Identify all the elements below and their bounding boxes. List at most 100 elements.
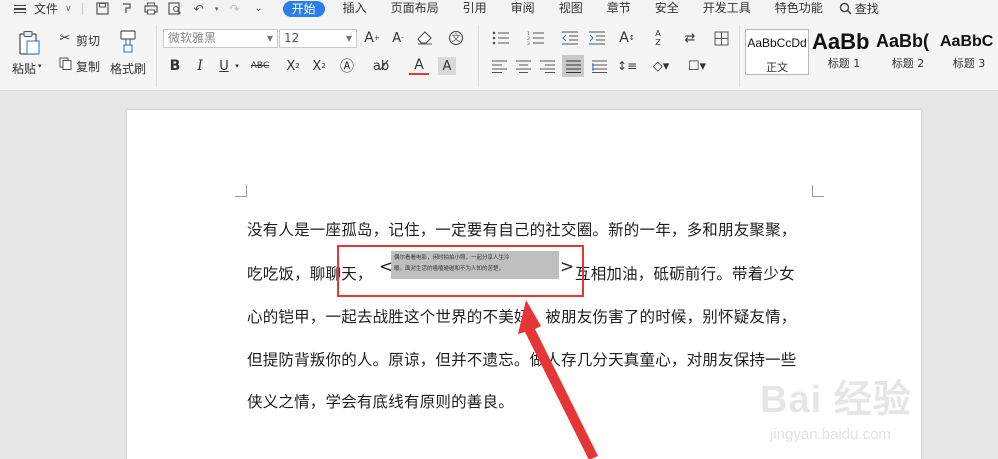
chevron-down-icon: ▼ bbox=[266, 34, 273, 43]
shrink-font-icon[interactable]: A- bbox=[389, 29, 407, 47]
borders-icon[interactable]: ☐▾ bbox=[683, 57, 711, 75]
align-left-icon[interactable] bbox=[489, 57, 509, 75]
font-size-select[interactable]: 12 ▼ bbox=[279, 29, 357, 48]
increase-indent-icon[interactable] bbox=[587, 30, 607, 46]
font-name-select[interactable]: 微软雅黑 ▼ bbox=[163, 29, 278, 48]
tab-references[interactable]: 引用 bbox=[451, 0, 499, 17]
customize-toolbar-icon[interactable]: ⌄ bbox=[249, 1, 269, 17]
style-heading-2-sample: AaBb( bbox=[876, 31, 929, 51]
style-heading-1-label: 标题 1 bbox=[827, 57, 861, 70]
chevron-down-icon[interactable]: ∨ bbox=[65, 4, 72, 14]
line-spacing-icon[interactable]: ↕≡ bbox=[613, 57, 641, 75]
red-highlight-box bbox=[337, 245, 584, 297]
show-hide-marks-icon[interactable]: ⇄ bbox=[679, 29, 701, 47]
undo-dropdown-icon[interactable]: ▾ bbox=[213, 1, 221, 17]
paragraph-line[interactable]: 心的铠甲，一起去战胜这个世界的不美好。被朋友伤害了的时候，别怀疑友情， bbox=[247, 305, 797, 327]
tab-developer[interactable]: 开发工具 bbox=[691, 0, 763, 17]
margin-corner-mark bbox=[812, 185, 824, 197]
paragraph-line[interactable]: 互相加油，砥砺前行。带着少女 bbox=[575, 262, 795, 284]
justify-icon[interactable] bbox=[562, 55, 584, 77]
strikethrough-icon[interactable]: ABC bbox=[247, 57, 273, 75]
distributed-align-icon[interactable] bbox=[589, 57, 609, 75]
font-size-value: 12 bbox=[284, 31, 300, 45]
hamburger-menu-icon[interactable] bbox=[14, 4, 26, 14]
clear-format-icon[interactable] bbox=[415, 29, 435, 47]
search-label: 查找 bbox=[854, 2, 879, 16]
paste-button[interactable]: 粘贴 bbox=[12, 60, 36, 77]
style-heading-3-sample: AaBbC bbox=[940, 33, 994, 50]
shading-icon[interactable]: ◇▾ bbox=[648, 57, 674, 75]
watermark-logo-text: Bai 经验 bbox=[760, 379, 912, 421]
style-heading-3[interactable]: AaBbC 标题 3 bbox=[940, 29, 998, 75]
cut-icon[interactable]: ✂ bbox=[57, 31, 73, 46]
save-icon[interactable] bbox=[93, 1, 113, 17]
separator bbox=[739, 25, 740, 87]
paragraph-line[interactable]: 但提防背叛你的人。原谅，但并不遗忘。做人存几分天真童心，对朋友保持一些 bbox=[247, 348, 797, 370]
text-effect-icon[interactable]: Ⓐ bbox=[336, 57, 358, 75]
superscript-icon[interactable]: X2 bbox=[282, 57, 304, 75]
search-icon bbox=[839, 2, 852, 15]
tab-security[interactable]: 安全 bbox=[643, 0, 691, 17]
phonetic-guide-icon[interactable]: 文 bbox=[444, 29, 468, 47]
text-direction-icon[interactable]: A ↕ bbox=[615, 29, 639, 47]
tab-special-features[interactable]: 特色功能 bbox=[763, 0, 835, 17]
highlight-icon[interactable]: ab̸ bbox=[369, 57, 393, 75]
align-right-icon[interactable] bbox=[537, 57, 557, 75]
style-heading-1-sample: AaBb bbox=[812, 29, 870, 54]
copy-button[interactable]: 复制 bbox=[76, 58, 100, 75]
paste-dropdown-icon[interactable]: ▾ bbox=[38, 62, 42, 70]
underline-icon[interactable]: U bbox=[215, 57, 233, 75]
style-normal-sample: AaBbCcDd bbox=[747, 36, 807, 50]
menu-bar: 文件 ∨ ↶ ▾ ↷ ⌄ 开始 插入 页面布局 引用 审阅 视图 章节 安全 开… bbox=[0, 0, 998, 17]
style-heading-2-label: 标题 2 bbox=[891, 57, 925, 70]
format-painter-button[interactable]: 格式刷 bbox=[110, 60, 146, 77]
print-preview-icon[interactable] bbox=[165, 1, 185, 17]
paste-icon[interactable] bbox=[16, 29, 42, 57]
redo-icon[interactable]: ↷ bbox=[225, 1, 245, 17]
baidu-jingyan-watermark: Bai 经验 jingyan.baidu.com bbox=[760, 360, 998, 459]
separator bbox=[156, 25, 157, 87]
tab-view[interactable]: 视图 bbox=[547, 0, 595, 17]
tab-page-layout[interactable]: 页面布局 bbox=[379, 0, 451, 17]
undo-icon[interactable]: ↶ bbox=[189, 1, 209, 17]
margin-corner-mark bbox=[235, 185, 247, 197]
character-shading-icon[interactable]: A bbox=[438, 57, 456, 75]
italic-icon[interactable]: I bbox=[191, 57, 209, 75]
subscript-icon[interactable]: X2 bbox=[308, 57, 330, 75]
svg-text:3: 3 bbox=[527, 41, 530, 45]
separator bbox=[478, 25, 479, 87]
grow-font-icon[interactable]: A + bbox=[363, 29, 381, 47]
style-normal[interactable]: AaBbCcDd 正文 bbox=[745, 29, 809, 75]
ribbon-toolbar: 粘贴 ▾ ✂ 剪切 复制 格式刷 微软雅黑 ▼ 12 ▼ A + A- 文 B I… bbox=[0, 17, 998, 91]
svg-text:文: 文 bbox=[451, 32, 460, 44]
numbered-list-icon[interactable]: 123 bbox=[524, 30, 548, 46]
bold-icon[interactable]: B bbox=[166, 57, 184, 75]
font-name-value: 微软雅黑 bbox=[168, 31, 217, 45]
sort-icon[interactable]: AZ bbox=[648, 29, 668, 47]
quick-format-icon[interactable] bbox=[117, 1, 137, 17]
paragraph-line[interactable]: 侠义之情，学会有底线有原则的善良。 bbox=[247, 390, 514, 412]
style-normal-label: 正文 bbox=[766, 61, 788, 74]
cut-button[interactable]: 剪切 bbox=[76, 32, 100, 49]
print-icon[interactable] bbox=[141, 1, 161, 17]
style-heading-1[interactable]: AaBb 标题 1 bbox=[812, 29, 876, 75]
style-heading-2[interactable]: AaBb( 标题 2 bbox=[876, 29, 940, 75]
bullet-list-icon[interactable] bbox=[489, 30, 513, 46]
copy-icon[interactable] bbox=[57, 56, 73, 70]
file-menu[interactable]: 文件 bbox=[34, 0, 58, 17]
tab-review[interactable]: 审阅 bbox=[499, 0, 547, 17]
tab-insert[interactable]: 插入 bbox=[331, 0, 379, 17]
tab-chapter[interactable]: 章节 bbox=[595, 0, 643, 17]
align-center-icon[interactable] bbox=[513, 57, 533, 75]
decrease-indent-icon[interactable] bbox=[560, 30, 580, 46]
paragraph-line[interactable]: 没有人是一座孤岛，记住，一定要有自己的社交圈。新的一年，多和朋友聚聚， bbox=[247, 218, 797, 240]
underline-dropdown-icon[interactable]: ▾ bbox=[233, 59, 241, 73]
chevron-down-icon: ▼ bbox=[345, 34, 352, 43]
search-button[interactable]: 查找 bbox=[839, 0, 879, 17]
font-color-icon[interactable]: A bbox=[409, 57, 429, 75]
table-grid-icon[interactable] bbox=[711, 29, 731, 47]
tab-home[interactable]: 开始 bbox=[282, 0, 325, 17]
separator bbox=[81, 2, 83, 15]
format-painter-icon[interactable] bbox=[117, 28, 139, 54]
style-heading-3-label: 标题 3 bbox=[952, 57, 986, 70]
